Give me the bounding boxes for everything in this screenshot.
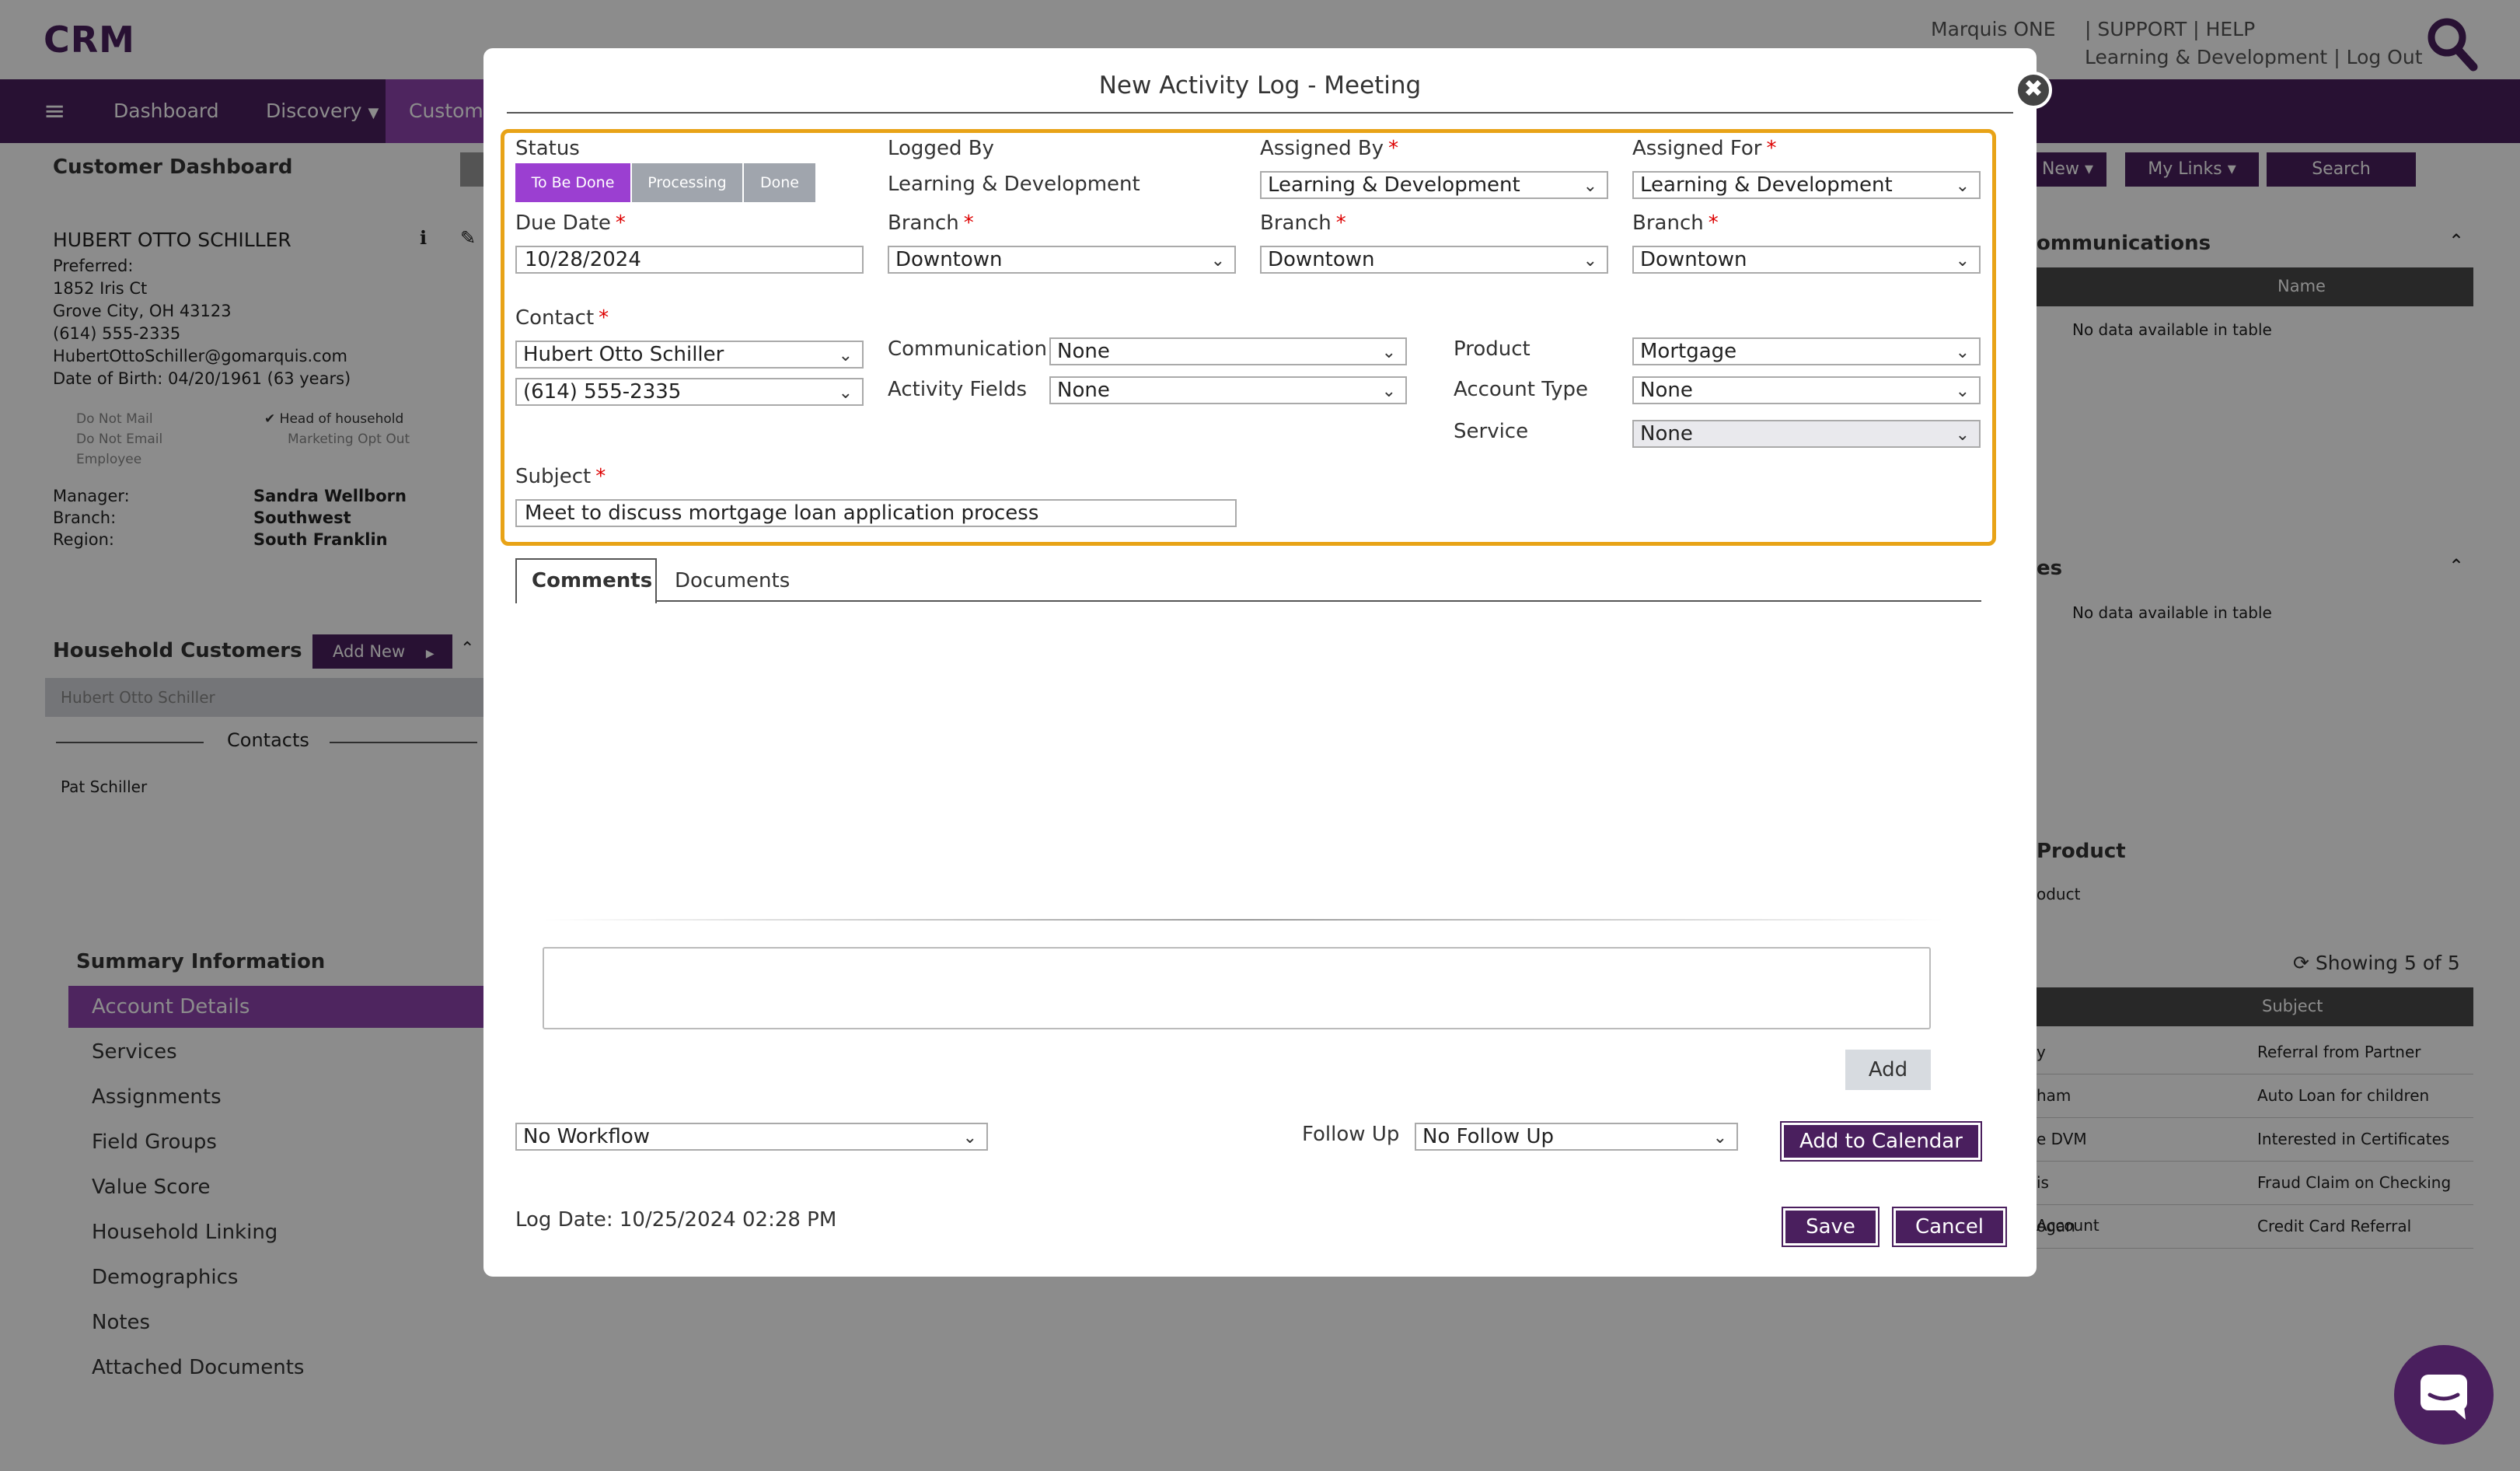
branch-text: Branch <box>1632 211 1704 235</box>
required-mark: * <box>1335 211 1346 235</box>
chevron-down-icon: ⌄ <box>838 383 853 403</box>
communication-select[interactable]: None ⌄ <box>1049 337 1407 365</box>
product-select[interactable]: Mortgage ⌄ <box>1632 337 1981 365</box>
cancel-button[interactable]: Cancel <box>1892 1207 2007 1247</box>
chevron-down-icon: ⌄ <box>1955 176 1970 196</box>
status-done-button[interactable]: Done <box>744 163 815 202</box>
due-date-text: Due Date <box>515 211 611 235</box>
assigned-for-text: Assigned For <box>1632 137 1762 160</box>
chat-icon <box>2421 1375 2467 1420</box>
product-label: Product <box>1454 337 1530 361</box>
required-mark: * <box>963 211 974 235</box>
chevron-down-icon: ⌄ <box>1955 343 1970 362</box>
branch-value-3: Downtown <box>1640 248 1747 271</box>
chevron-down-icon: ⌄ <box>1955 425 1970 445</box>
communication-value: None <box>1057 340 1110 363</box>
status-label: Status <box>515 137 580 160</box>
communication-label: Communication <box>888 337 1047 361</box>
chevron-down-icon: ⌄ <box>1381 343 1396 362</box>
follow-up-value: No Follow Up <box>1422 1125 1554 1148</box>
contact-text: Contact <box>515 306 595 330</box>
comments-divider <box>544 919 1943 921</box>
service-select[interactable]: None ⌄ <box>1632 420 1981 448</box>
branch-select-3[interactable]: Downtown ⌄ <box>1632 246 1981 274</box>
modal-title: New Activity Log - Meeting <box>1098 72 1422 100</box>
add-to-calendar-button[interactable]: Add to Calendar <box>1780 1121 1982 1162</box>
tab-documents[interactable]: Documents <box>675 569 790 592</box>
contact-label: Contact * <box>515 306 609 330</box>
service-label: Service <box>1454 420 1529 443</box>
workflow-value: No Workflow <box>523 1125 651 1148</box>
branch-value-1: Downtown <box>895 248 1003 271</box>
branch-select-2[interactable]: Downtown ⌄ <box>1260 246 1608 274</box>
required-mark: * <box>599 306 609 330</box>
status-to-be-done-button[interactable]: To Be Done <box>515 163 630 202</box>
chevron-down-icon: ⌄ <box>1583 251 1597 271</box>
logged-by-label: Logged By <box>888 137 994 160</box>
log-date: Log Date: 10/25/2024 02:28 PM <box>515 1208 837 1232</box>
contact-select[interactable]: Hubert Otto Schiller ⌄ <box>515 341 864 369</box>
chevron-down-icon: ⌄ <box>1381 382 1396 401</box>
chevron-down-icon: ⌄ <box>838 346 853 365</box>
required-mark: * <box>595 465 606 488</box>
account-type-select[interactable]: None ⌄ <box>1632 376 1981 404</box>
logged-by-value: Learning & Development <box>888 173 1140 196</box>
chevron-down-icon: ⌄ <box>1955 251 1970 271</box>
tab-underline <box>515 600 1981 602</box>
branch-value-2: Downtown <box>1268 248 1375 271</box>
chevron-down-icon: ⌄ <box>1712 1128 1727 1148</box>
assigned-by-select[interactable]: Learning & Development ⌄ <box>1260 171 1608 199</box>
activity-fields-value: None <box>1057 379 1110 402</box>
contact-phone-select[interactable]: (614) 555-2335 ⌄ <box>515 378 864 406</box>
due-date-input[interactable]: 10/28/2024 <box>515 246 864 274</box>
save-button[interactable]: Save <box>1782 1207 1880 1247</box>
required-mark: * <box>615 211 626 235</box>
account-type-label: Account Type <box>1454 378 1588 401</box>
assigned-for-value: Learning & Development <box>1640 173 1893 197</box>
follow-up-select[interactable]: No Follow Up ⌄ <box>1415 1123 1738 1151</box>
due-date-label: Due Date * <box>515 211 626 235</box>
service-value: None <box>1640 422 1693 445</box>
assigned-for-select[interactable]: Learning & Development ⌄ <box>1632 171 1981 199</box>
required-mark: * <box>1766 137 1777 160</box>
title-divider <box>507 112 2013 114</box>
branch-select-1[interactable]: Downtown ⌄ <box>888 246 1236 274</box>
branch-text: Branch <box>888 211 959 235</box>
branch-label-1: Branch * <box>888 211 974 235</box>
close-icon[interactable]: ✖ <box>2015 72 2052 109</box>
subject-text: Subject <box>515 465 592 488</box>
follow-up-label: Follow Up <box>1302 1123 1400 1146</box>
assigned-by-value: Learning & Development <box>1268 173 1520 197</box>
workflow-select[interactable]: No Workflow ⌄ <box>515 1123 988 1151</box>
chevron-down-icon: ⌄ <box>1210 251 1225 271</box>
branch-label-3: Branch * <box>1632 211 1719 235</box>
activity-fields-select[interactable]: None ⌄ <box>1049 376 1407 404</box>
subject-label: Subject * <box>515 465 606 488</box>
assigned-by-text: Assigned By <box>1260 137 1384 160</box>
chevron-down-icon: ⌄ <box>1955 382 1970 401</box>
branch-text: Branch <box>1260 211 1332 235</box>
contact-value: Hubert Otto Schiller <box>523 343 724 366</box>
subject-input[interactable]: Meet to discuss mortgage loan applicatio… <box>515 499 1237 527</box>
activity-fields-label: Activity Fields <box>888 378 1028 401</box>
chat-button[interactable] <box>2394 1345 2494 1445</box>
tab-comments-label: Comments <box>532 569 653 592</box>
required-mark: * <box>1388 137 1399 160</box>
status-processing-button[interactable]: Processing <box>632 163 742 202</box>
assigned-for-label: Assigned For * <box>1632 137 1776 160</box>
assigned-by-label: Assigned By * <box>1260 137 1398 160</box>
chevron-down-icon: ⌄ <box>1583 176 1597 196</box>
required-mark: * <box>1708 211 1719 235</box>
add-comment-button[interactable]: Add <box>1845 1050 1931 1090</box>
comment-textarea[interactable] <box>543 947 1931 1029</box>
product-value: Mortgage <box>1640 340 1737 363</box>
contact-phone-value: (614) 555-2335 <box>523 380 682 404</box>
account-type-value: None <box>1640 379 1693 402</box>
chevron-down-icon: ⌄ <box>962 1128 977 1148</box>
branch-label-2: Branch * <box>1260 211 1346 235</box>
